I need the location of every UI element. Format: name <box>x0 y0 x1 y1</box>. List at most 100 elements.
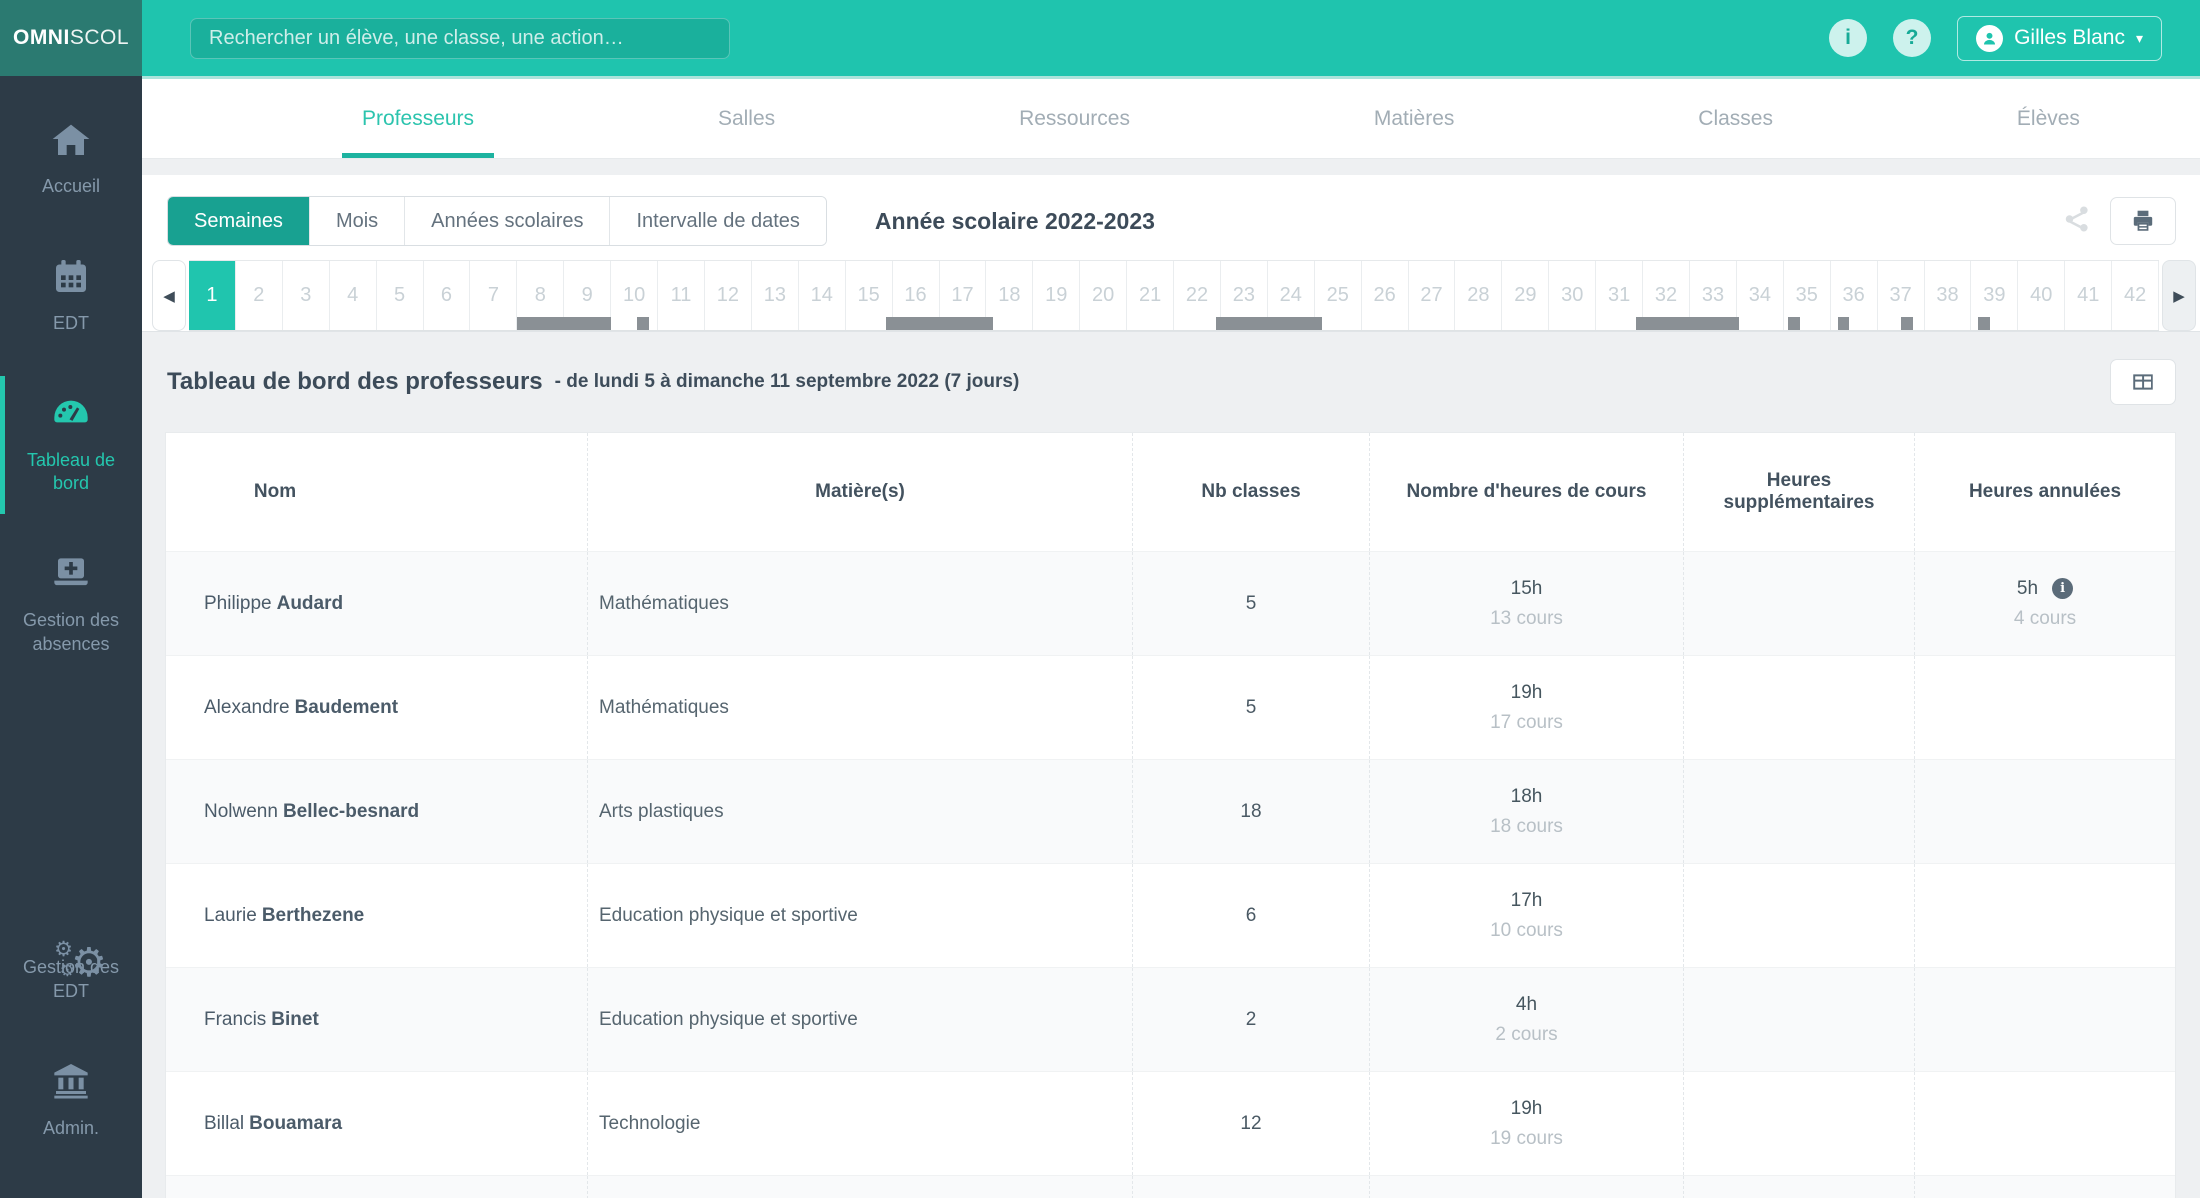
week-3[interactable]: 3 <box>283 261 330 330</box>
week-7[interactable]: 7 <box>470 261 517 330</box>
week-41[interactable]: 41 <box>2065 261 2112 330</box>
week-19[interactable]: 19 <box>1033 261 1080 330</box>
cancelled-hours <box>1914 1176 2175 1198</box>
user-avatar-icon <box>1976 25 2003 52</box>
week-activity-bar <box>1901 317 1913 330</box>
column-header-heures-supplementaires: Heures supplémentaires <box>1683 433 1914 551</box>
sidebar-item-label: Accueil <box>42 175 100 198</box>
sidebar-item-admin[interactable]: Admin. <box>0 1043 142 1158</box>
period-mode-semaines[interactable]: Semaines <box>168 197 309 245</box>
period-mode-mois[interactable]: Mois <box>309 197 404 245</box>
week-11[interactable]: 11 <box>658 261 705 330</box>
week-38[interactable]: 38 <box>1925 261 1972 330</box>
sidebar-item-label: Admin. <box>43 1117 99 1140</box>
content: SemainesMoisAnnées scolairesIntervalle d… <box>142 159 2200 1198</box>
week-activity-bar <box>886 317 994 330</box>
main-area: Professeurs Salles Ressources Matières Class… <box>142 76 2200 1198</box>
extra-hours <box>1683 968 1914 1071</box>
week-2[interactable]: 2 <box>236 261 283 330</box>
table-row <box>166 1175 2175 1198</box>
week-28[interactable]: 28 <box>1455 261 1502 330</box>
period-mode-intervalle-de-dates[interactable]: Intervalle de dates <box>609 197 825 245</box>
page-subtitle: - de lundi 5 à dimanche 11 septembre 202… <box>555 371 1020 393</box>
week-4[interactable]: 4 <box>330 261 377 330</box>
sidebar-item-edt[interactable]: EDT <box>0 239 142 354</box>
week-activity-bar <box>517 317 611 330</box>
week-1[interactable]: 1 <box>189 261 236 330</box>
print-button[interactable] <box>2110 197 2176 245</box>
column-header-heures-annulees: Heures annulées <box>1914 433 2175 551</box>
cancelled-info-icon[interactable]: i <box>2052 578 2073 599</box>
week-30[interactable]: 30 <box>1549 261 1596 330</box>
week-25[interactable]: 25 <box>1315 261 1362 330</box>
column-header-nom: Nom <box>166 433 587 551</box>
home-icon <box>49 120 93 166</box>
period-mode-annees-scolaires[interactable]: Années scolaires <box>404 197 609 245</box>
printer-icon <box>2130 208 2156 234</box>
cancelled-hours <box>1914 760 2175 863</box>
user-name: Gilles Blanc <box>2014 26 2125 50</box>
column-header-nombre-d-heures-de-cours: Nombre d'heures de cours <box>1369 433 1683 551</box>
calendar-icon <box>49 257 93 303</box>
period-mode-group: SemainesMoisAnnées scolairesIntervalle d… <box>167 196 827 246</box>
week-21[interactable]: 21 <box>1127 261 1174 330</box>
week-6[interactable]: 6 <box>424 261 471 330</box>
week-40[interactable]: 40 <box>2018 261 2065 330</box>
week-activity-bar <box>1978 317 1990 330</box>
next-weeks-arrow[interactable]: ▶ <box>2162 260 2196 331</box>
teacher-subjects: Arts plastiques <box>587 760 1132 863</box>
tab-matieres[interactable]: Matières <box>1374 79 1455 158</box>
sidebar-item-label: EDT <box>53 312 89 335</box>
tab-salles[interactable]: Salles <box>718 79 775 158</box>
share-icon[interactable] <box>2062 204 2092 239</box>
column-header-nb-classes: Nb classes <box>1132 433 1369 551</box>
info-icon[interactable]: i <box>1829 19 1867 57</box>
table-row: Nolwenn Bellec-besnardArts plastiques181… <box>166 759 2175 863</box>
tab-classes[interactable]: Classes <box>1698 79 1773 158</box>
tab-ressources[interactable]: Ressources <box>1019 79 1130 158</box>
sidebar-item-accueil[interactable]: Accueil <box>0 102 142 217</box>
previous-weeks-arrow[interactable]: ◀ <box>152 260 186 331</box>
help-icon[interactable]: ? <box>1893 19 1931 57</box>
cancelled-hours <box>1914 1072 2175 1175</box>
nb-classes: 2 <box>1132 968 1369 1071</box>
week-26[interactable]: 26 <box>1362 261 1409 330</box>
sidebar-item-gestion-des-edt[interactable]: ⚙⚙⚙Gestion des EDT <box>0 929 142 1021</box>
week-27[interactable]: 27 <box>1409 261 1456 330</box>
week-14[interactable]: 14 <box>799 261 846 330</box>
week-22[interactable]: 22 <box>1174 261 1221 330</box>
week-12[interactable]: 12 <box>705 261 752 330</box>
week-42[interactable]: 42 <box>2112 261 2159 330</box>
week-cells: 1234567891011121314151617181920212223242… <box>189 260 2159 331</box>
hours-of-courses: 19h17 cours <box>1369 656 1683 759</box>
teacher-subjects: Education physique et sportive <box>587 968 1132 1071</box>
cancelled-hours <box>1914 968 2175 1071</box>
week-5[interactable]: 5 <box>377 261 424 330</box>
page-title: Tableau de bord des professeurs <box>167 368 543 396</box>
week-10[interactable]: 10 <box>611 261 658 330</box>
nb-classes: 12 <box>1132 1072 1369 1175</box>
sidebar-item-gestion-des-absences[interactable]: Gestion des absences <box>0 536 142 674</box>
filter-row: SemainesMoisAnnées scolairesIntervalle d… <box>167 196 2176 246</box>
tab-eleves[interactable]: Élèves <box>2017 79 2080 158</box>
week-activity-bar <box>637 317 649 330</box>
search-input[interactable] <box>190 18 730 59</box>
bank-icon <box>49 1061 93 1107</box>
week-34[interactable]: 34 <box>1737 261 1784 330</box>
hours-of-courses: 19h19 cours <box>1369 1072 1683 1175</box>
top-bar: OMNISCOL i ? Gilles Blanc ▾ <box>0 0 2200 76</box>
week-29[interactable]: 29 <box>1502 261 1549 330</box>
table-view-button[interactable] <box>2110 359 2176 405</box>
user-menu-button[interactable]: Gilles Blanc ▾ <box>1957 16 2162 61</box>
extra-hours <box>1683 760 1914 863</box>
nb-classes: 5 <box>1132 552 1369 655</box>
topbar-actions: i ? Gilles Blanc ▾ <box>1829 16 2200 61</box>
sidebar-item-tableau-de-bord[interactable]: Tableau de bord <box>0 376 142 514</box>
extra-hours <box>1683 552 1914 655</box>
week-18[interactable]: 18 <box>986 261 1033 330</box>
teacher-subjects: Education physique et sportive <box>587 864 1132 967</box>
week-13[interactable]: 13 <box>752 261 799 330</box>
week-20[interactable]: 20 <box>1080 261 1127 330</box>
nb-classes: 5 <box>1132 656 1369 759</box>
tab-professeurs[interactable]: Professeurs <box>362 79 474 158</box>
